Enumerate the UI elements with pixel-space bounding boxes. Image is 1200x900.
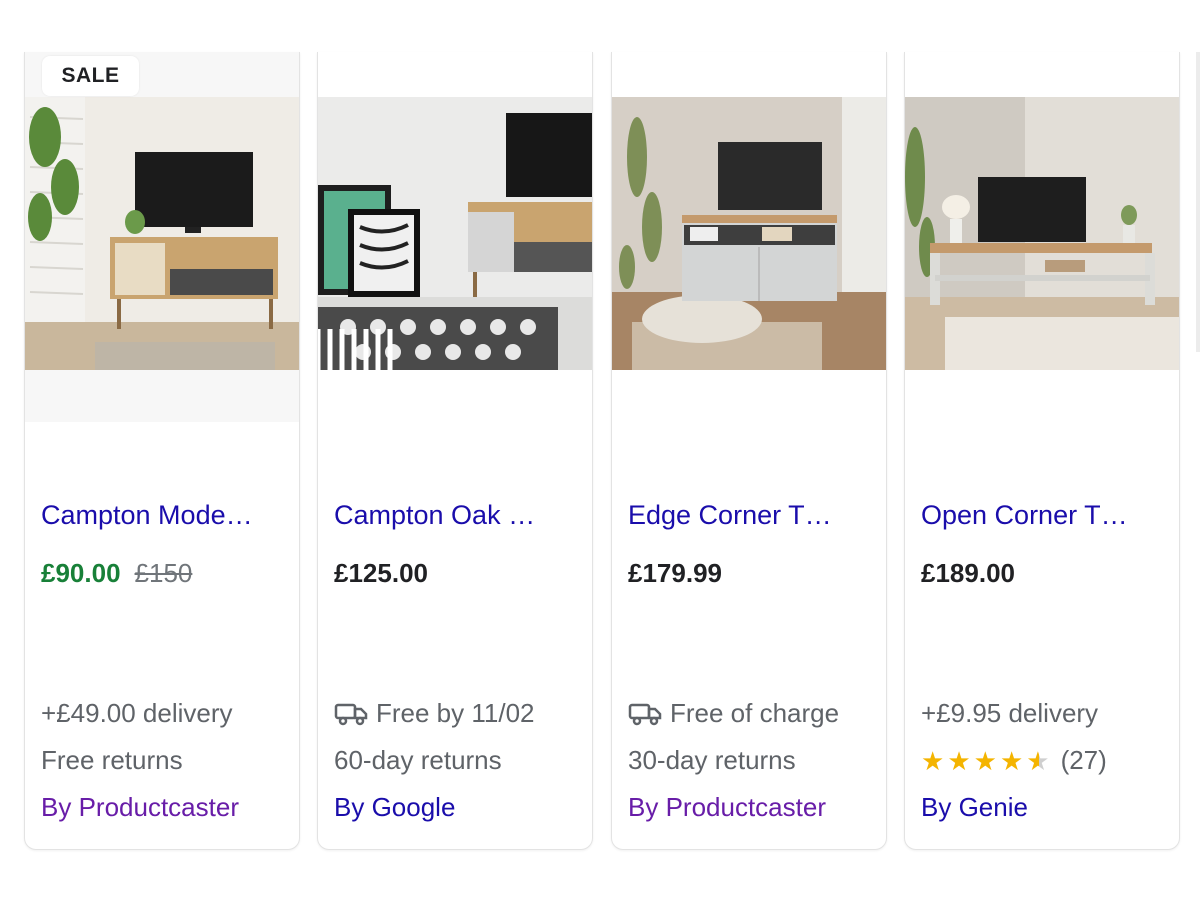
rating: ★ ★ ★ ★ ★ (27)	[921, 745, 1171, 776]
rating-count[interactable]: (27)	[1061, 745, 1107, 776]
tv-cabinet-photo	[905, 97, 1179, 370]
tv-cabinet-photo	[25, 97, 299, 370]
product-image[interactable]	[318, 97, 592, 370]
delivery-text: Free of charge	[670, 698, 840, 728]
delivery-info: Free of charge	[628, 698, 878, 729]
product-image-area[interactable]	[318, 52, 592, 370]
seller-link[interactable]: By Genie	[921, 792, 1171, 823]
price-row: £179.99	[628, 558, 722, 589]
price-row: £189.00	[921, 558, 1015, 589]
star-icon: ★	[973, 745, 997, 776]
product-image-area[interactable]: SALE	[25, 52, 299, 422]
delivery-text: Free by 11/02	[376, 698, 535, 728]
sale-price: £90.00	[41, 558, 121, 588]
product-title[interactable]: Campton Oak …	[334, 500, 578, 531]
product-image-area[interactable]	[905, 52, 1179, 370]
delivery-info: +£9.95 delivery	[921, 698, 1099, 728]
tv-cabinet-photo	[318, 97, 592, 370]
product-image[interactable]	[905, 97, 1179, 370]
half-star-icon: ★	[1026, 745, 1050, 776]
truck-icon	[334, 703, 368, 725]
returns-info: 60-day returns	[334, 745, 502, 775]
delivery-info: Free by 11/02	[334, 698, 584, 729]
star-icon: ★	[999, 745, 1024, 776]
price-row: £90.00 £150	[41, 558, 192, 589]
product-title[interactable]: Edge Corner T…	[628, 500, 872, 531]
product-image[interactable]	[25, 97, 299, 370]
product-carousel: SALE Campton Mode… £90.00 £150 +£49.00 de…	[0, 0, 1200, 900]
price: £179.99	[628, 558, 722, 588]
product-title[interactable]: Open Corner T…	[921, 500, 1165, 531]
price-row: £125.00	[334, 558, 428, 589]
product-image-area[interactable]	[612, 52, 886, 370]
product-title[interactable]: Campton Mode…	[41, 500, 285, 531]
price: £189.00	[921, 558, 1015, 588]
star-rating: ★ ★ ★ ★ ★	[921, 748, 1053, 774]
next-card-edge	[1196, 52, 1200, 352]
seller-link[interactable]: By Productcaster	[628, 792, 878, 823]
truck-icon	[628, 703, 662, 725]
star-icon: ★	[921, 745, 945, 776]
product-card[interactable]: Campton Oak … £125.00 Free by 11/02 60-d…	[317, 52, 593, 850]
star-icon: ★	[947, 745, 971, 776]
original-price: £150	[134, 558, 193, 588]
sale-badge: SALE	[42, 56, 139, 96]
product-card[interactable]: Edge Corner T… £179.99 Free of charge 30…	[611, 52, 887, 850]
seller-link[interactable]: By Google	[334, 792, 584, 823]
seller-link[interactable]: By Productcaster	[41, 792, 291, 823]
product-image[interactable]	[612, 97, 886, 370]
delivery-info: +£49.00 delivery	[41, 698, 233, 728]
returns-info: Free returns	[41, 745, 183, 775]
returns-info: 30-day returns	[628, 745, 796, 775]
price: £125.00	[334, 558, 428, 588]
product-card[interactable]: SALE Campton Mode… £90.00 £150 +£49.00 de…	[24, 52, 300, 850]
tv-cabinet-photo	[612, 97, 886, 370]
product-card[interactable]: Open Corner T… £189.00 +£9.95 delivery ★…	[904, 52, 1180, 850]
